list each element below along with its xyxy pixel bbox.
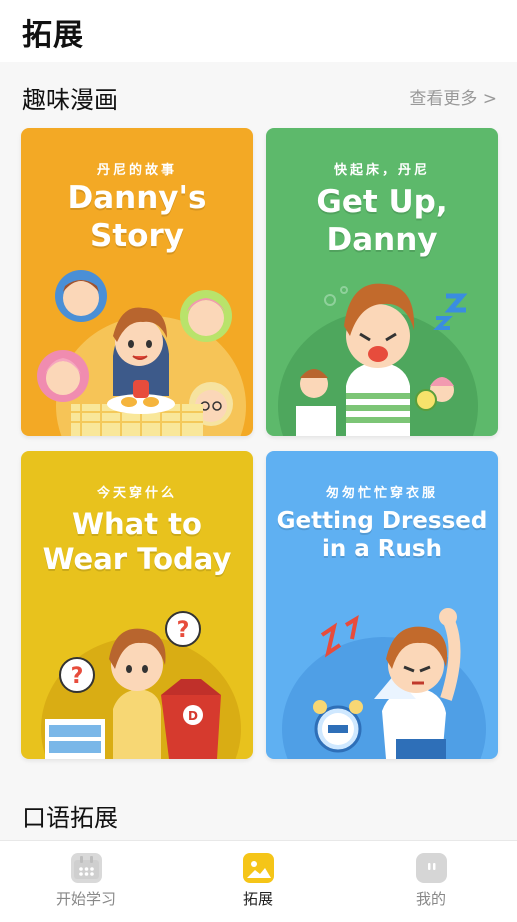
comic-illustration: ? ? D (41, 611, 241, 759)
speaking-section-title: 口语拓展 (22, 804, 118, 832)
comic-card-getting-dressed-in-a-rush[interactable]: 匆匆忙忙穿衣服 Getting Dressed in a Rush (266, 451, 498, 759)
svg-text:D: D (188, 709, 198, 723)
tab-label: 我的 (415, 890, 446, 908)
comic-card-what-to-wear-today[interactable]: 今天穿什么 What to Wear Today ? ? D (21, 451, 253, 759)
tab-me[interactable]: 我的 (345, 841, 517, 922)
bottom-tab-bar: 开始学习 拓展 我的 (0, 840, 517, 922)
comic-card-subtitle: 快起床，丹尼 (333, 163, 430, 178)
comic-card-subtitle: 丹尼的故事 (96, 163, 177, 178)
tab-explore[interactable]: 拓展 (172, 841, 344, 922)
svg-text:?: ? (71, 664, 84, 689)
comic-card-title: Get Up, Danny (316, 184, 448, 258)
tab-label: 开始学习 (55, 890, 116, 908)
comic-card-get-up-danny[interactable]: 快起床，丹尼 Get Up, Danny (266, 128, 498, 436)
tab-start-learning[interactable]: 开始学习 (0, 841, 172, 922)
comics-section-title: 趣味漫画 (22, 86, 118, 114)
see-more-link[interactable]: 查看更多 > (409, 84, 497, 109)
tab-label: 拓展 (242, 890, 273, 908)
robot-face-icon (416, 853, 447, 883)
calendar-icon (71, 853, 102, 883)
comic-card-title: What to Wear Today (42, 507, 232, 577)
comic-card-subtitle: 匆匆忙忙穿衣服 (325, 486, 438, 501)
page-title: 拓展 (22, 18, 84, 53)
picture-icon (243, 853, 274, 883)
comic-card-dannys-story[interactable]: 丹尼的故事 Danny's Story (21, 128, 253, 436)
comic-illustration (282, 608, 486, 759)
header: 拓展 (0, 0, 517, 62)
comic-card-title: Getting Dressed in a Rush (276, 508, 488, 563)
comic-card-subtitle: 今天穿什么 (96, 486, 177, 501)
svg-text:?: ? (177, 618, 190, 643)
comic-illustration (278, 283, 478, 436)
comic-card-title: Danny's Story (67, 180, 207, 254)
comic-illustration (37, 270, 246, 436)
main-content[interactable]: 趣味漫画 查看更多 > 丹尼的故事 Danny's Story 快起床，丹尼 G… (0, 62, 517, 840)
